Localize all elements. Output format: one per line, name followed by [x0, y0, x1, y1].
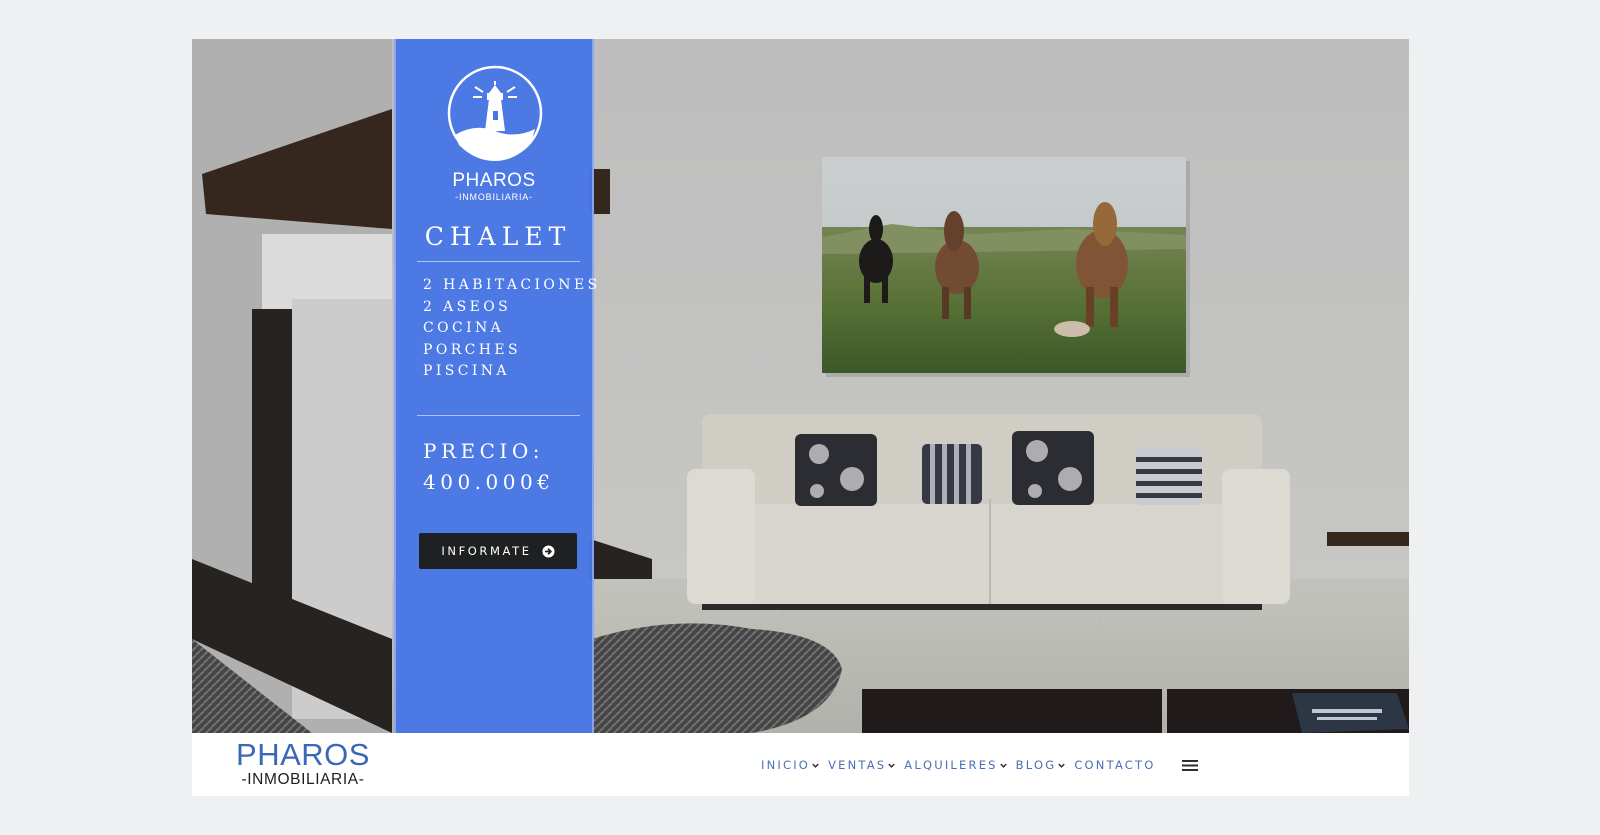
- price-value: 400.000€: [423, 470, 555, 494]
- arrow-circle-right-icon: [542, 544, 555, 558]
- chevron-down-icon: [812, 763, 819, 768]
- panel-logo-name: PHAROS: [452, 170, 536, 191]
- feature-item: COCINA: [423, 320, 505, 336]
- property-type-title: CHALET: [424, 222, 572, 251]
- menu-item-label: BLOG: [1015, 758, 1057, 772]
- feature-item: PORCHES: [423, 341, 521, 358]
- hero-section: PHAROS -INMOBILIARIA- CHALET 2 HABITACIO…: [192, 39, 1409, 733]
- informate-button-label: INFORMATE: [441, 544, 532, 558]
- menu-item-contacto[interactable]: CONTACTO: [1074, 758, 1155, 772]
- divider: [417, 261, 580, 262]
- feature-item: 2 ASEOS: [423, 298, 512, 315]
- panel-logo-subtitle: -INMOBILIARIA-: [455, 192, 533, 202]
- menu-item-inicio[interactable]: INICIO: [761, 758, 820, 772]
- chevron-down-icon: [1058, 763, 1066, 768]
- brand-subtitle: -INMOBILIARIA-: [241, 771, 365, 788]
- living-room-photo: [192, 39, 1409, 733]
- menu-item-label: ALQUILERES: [904, 758, 998, 772]
- chevron-down-icon: [999, 763, 1007, 768]
- main-menu: INICIO VENTAS ALQUILERES BLOG CONTACTO: [761, 758, 1164, 772]
- hamburger-menu-icon[interactable]: [1182, 759, 1198, 772]
- page-frame: PHAROS -INMOBILIARIA- CHALET 2 HABITACIO…: [192, 39, 1409, 796]
- brand-logo[interactable]: PHAROS -INMOBILIARIA-: [228, 739, 378, 789]
- informate-button[interactable]: INFORMATE: [419, 533, 577, 569]
- main-navbar: PHAROS -INMOBILIARIA- INICIO VENTAS ALQU…: [192, 733, 1409, 796]
- price-label: PRECIO:: [423, 439, 544, 463]
- feature-item: PISCINA: [423, 363, 510, 379]
- menu-item-ventas[interactable]: VENTAS: [828, 758, 896, 772]
- feature-item: 2 HABITACIONES: [423, 277, 601, 293]
- brand-name: PHAROS: [236, 737, 370, 772]
- menu-item-alquileres[interactable]: ALQUILERES: [904, 758, 1007, 772]
- menu-item-label: VENTAS: [828, 758, 887, 772]
- lighthouse-logo-icon: [447, 65, 543, 161]
- property-info-panel: PHAROS -INMOBILIARIA- CHALET 2 HABITACIO…: [394, 39, 597, 733]
- menu-item-blog[interactable]: BLOG: [1016, 758, 1067, 772]
- property-features-list: 2 HABITACIONES 2 ASEOS COCINA PORCHES PI…: [423, 275, 601, 383]
- chevron-down-icon: [888, 763, 896, 768]
- menu-item-label: INICIO: [761, 758, 811, 772]
- menu-item-label: CONTACTO: [1074, 758, 1156, 772]
- divider: [417, 415, 580, 416]
